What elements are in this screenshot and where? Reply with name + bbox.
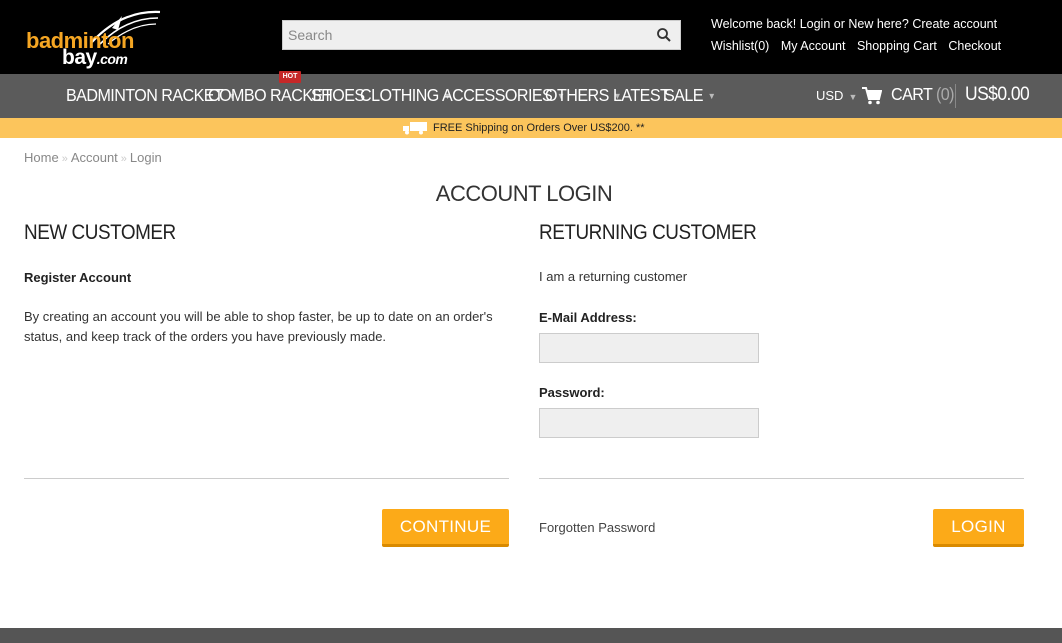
top-links: Wishlist(0) My Account Shopping Cart Che…	[711, 39, 1009, 53]
create-account-link[interactable]: Create account	[912, 17, 997, 31]
search-input[interactable]	[283, 21, 653, 49]
site-logo[interactable]: badminton bay.com	[26, 8, 161, 70]
email-field[interactable]	[539, 333, 759, 363]
nav-latest[interactable]: LATEST	[613, 85, 670, 106]
cart-link[interactable]: CART (0)	[891, 84, 955, 105]
welcome-middle: or New here?	[833, 17, 909, 31]
nav-label: SALE	[664, 85, 704, 105]
page-title: ACCOUNT LOGIN	[435, 181, 613, 206]
currency-selector[interactable]: USD ▼	[816, 88, 857, 103]
shopping-cart-link[interactable]: Shopping Cart	[857, 39, 937, 53]
nav-label: SHOES	[311, 85, 365, 105]
new-customer-title: NEW CUSTOMER	[24, 221, 176, 244]
password-label: Password:	[539, 385, 605, 400]
cart-total: US$0.00	[965, 84, 1030, 105]
truck-icon	[403, 122, 427, 135]
nav-label: OTHERS	[545, 85, 609, 105]
breadcrumb-separator: »	[120, 153, 127, 165]
login-button[interactable]: LOGIN	[933, 509, 1024, 547]
breadcrumb: Home» Account» Login	[24, 150, 162, 165]
nav-others[interactable]: OTHERS ▼	[545, 85, 622, 106]
nav-label: CLOTHING	[360, 85, 439, 105]
search-icon[interactable]	[656, 27, 672, 43]
welcome-message: Welcome back! Login or New here? Create …	[711, 17, 997, 31]
returning-customer-subtitle: I am a returning customer	[539, 269, 688, 284]
shopping-cart-icon[interactable]	[862, 87, 882, 105]
promo-text: FREE Shipping on Orders Over US$200. **	[433, 122, 645, 134]
nav-shoes[interactable]: SHOES	[311, 85, 365, 106]
search-box	[282, 20, 681, 50]
breadcrumb-home[interactable]: Home	[24, 150, 59, 165]
logo-text-suffix: .com	[96, 51, 128, 67]
forgotten-password-link[interactable]: Forgotten Password	[539, 520, 655, 535]
cart-divider	[955, 84, 956, 108]
password-field[interactable]	[539, 408, 759, 438]
footer-bar	[0, 628, 1062, 643]
nav-label: BADMINTON RACKET	[66, 85, 224, 105]
chevron-down-icon: ▼	[707, 91, 716, 102]
breadcrumb-separator: »	[61, 153, 68, 165]
register-description: By creating an account you will be able …	[24, 309, 493, 344]
nav-clothing[interactable]: CLOTHING ▼	[360, 85, 452, 106]
continue-button[interactable]: CONTINUE	[382, 509, 509, 547]
currency-label: USD	[816, 88, 844, 103]
breadcrumb-login[interactable]: Login	[130, 150, 162, 165]
logo-text-bay: bay	[62, 46, 97, 69]
breadcrumb-account[interactable]: Account	[71, 150, 118, 165]
divider	[24, 478, 509, 479]
nav-label: LATEST	[613, 85, 670, 105]
returning-customer-title: RETURNING CUSTOMER	[539, 221, 757, 244]
chevron-down-icon: ▼	[848, 91, 858, 102]
promo-bar: FREE Shipping on Orders Over US$200. **	[0, 118, 1062, 138]
checkout-link[interactable]: Checkout	[948, 39, 1001, 53]
login-link[interactable]: Login	[800, 17, 831, 31]
divider	[539, 478, 1024, 479]
wishlist-link[interactable]: Wishlist(0)	[711, 39, 769, 53]
my-account-link[interactable]: My Account	[781, 39, 846, 53]
nav-sale[interactable]: SALE ▼	[664, 85, 716, 106]
register-account-heading: Register Account	[24, 270, 132, 285]
cart-label: CART	[891, 84, 933, 104]
cart-count: (0)	[935, 84, 955, 104]
hot-badge: HOT	[279, 71, 301, 83]
nav-label: ACCESSORIES	[442, 85, 553, 105]
logo-text-secondary: bay.com	[62, 46, 128, 70]
email-label: E-Mail Address:	[539, 310, 637, 325]
welcome-prefix: Welcome back!	[711, 17, 797, 31]
